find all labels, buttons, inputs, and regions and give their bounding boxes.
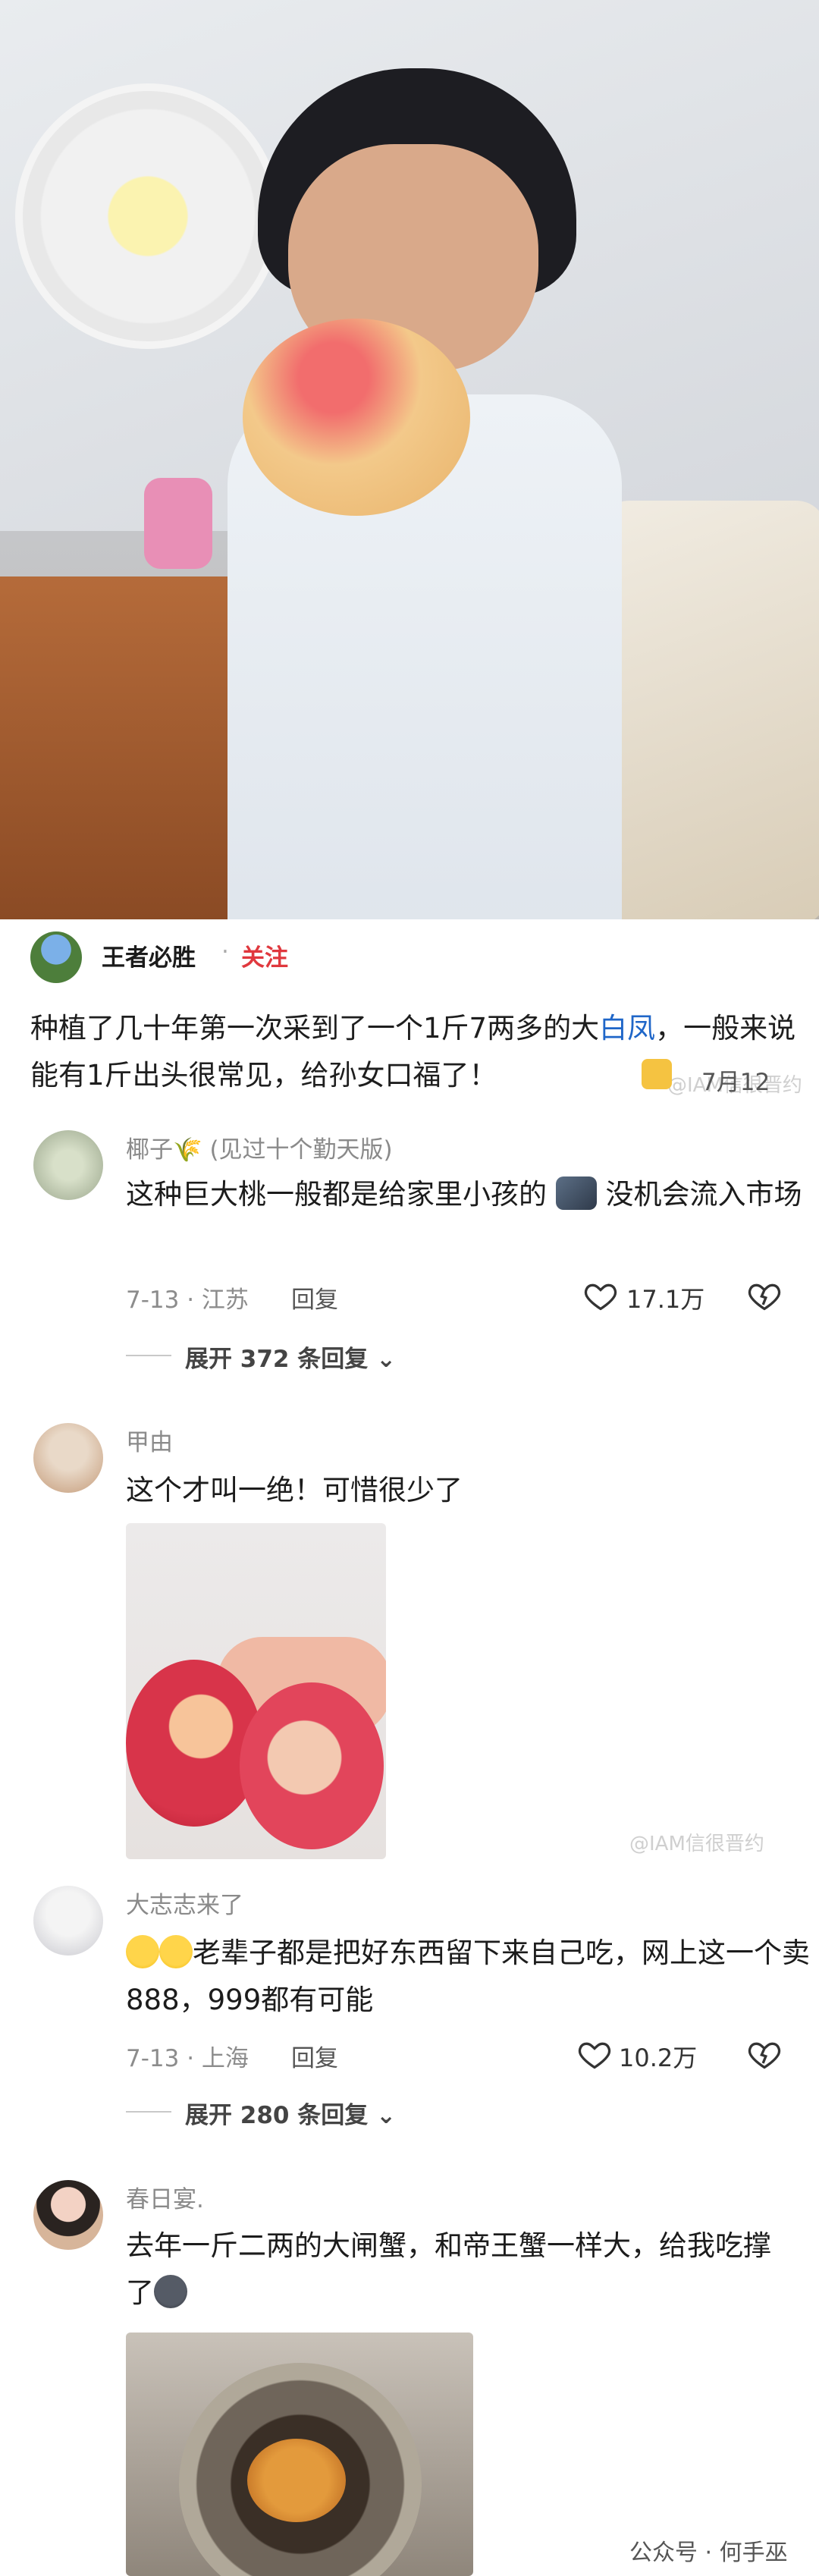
photo-peach-half	[240, 1682, 384, 1849]
follow-button[interactable]: 关注	[241, 938, 288, 972]
expand-divider	[126, 1355, 171, 1356]
photo-pillow	[599, 501, 819, 919]
footer-watermark: 公众号 · 何手巫	[629, 2540, 788, 2566]
post-photo[interactable]	[0, 0, 819, 919]
comment-text: 这种巨大桃一般都是给家里小孩的 没机会流入市场	[126, 1171, 819, 1218]
comment-text: 老辈子都是把好东西留下来自己吃，网上这一个卖888，999都有可能	[126, 1930, 819, 2024]
commenter-avatar[interactable]	[33, 1130, 103, 1200]
author-avatar[interactable]	[30, 931, 82, 983]
photo-crab	[247, 2439, 346, 2522]
comment-text-body: 去年一斤二两的大闸蟹，和帝王蟹一样大，给我吃撑了	[126, 2229, 771, 2309]
post-date: 7月12	[701, 1069, 770, 1096]
photo-girl	[144, 30, 622, 919]
thumbs-up-icon	[642, 1059, 672, 1089]
commenter-name[interactable]: 椰子🌾 (见过十个勤天版)	[126, 1130, 393, 1164]
dislike-icon[interactable]	[748, 2038, 781, 2072]
dislike-icon[interactable]	[748, 1280, 781, 1313]
crying-emoji-icon	[126, 1935, 159, 1968]
commenter-name[interactable]: 大志志来了	[126, 1886, 243, 1920]
expand-divider	[126, 2111, 171, 2113]
commenter-avatar[interactable]	[33, 2180, 103, 2250]
chevron-down-icon: ⌄	[376, 2102, 397, 2129]
comment-photo[interactable]	[126, 2333, 473, 2576]
dark-face-emoji-icon	[154, 2275, 187, 2308]
chevron-down-icon: ⌄	[376, 1346, 397, 1373]
crying-emoji-icon	[159, 1935, 193, 1968]
reply-button[interactable]: 回复	[291, 1280, 338, 1315]
comment-photo[interactable]	[126, 1523, 386, 1859]
comment-watermark: @IAM信很晋约	[629, 1833, 764, 1855]
post-text-part1: 种植了几十年第一次采到了一个1斤7两多的大	[30, 1012, 600, 1045]
expand-replies-button[interactable]: 展开 372 条回复 ⌄	[185, 1340, 396, 1374]
comment-text-part2: 没机会流入市场	[605, 1178, 802, 1211]
dog-emoji-icon	[555, 1176, 597, 1210]
comment-text-part1: 这种巨大桃一般都是给家里小孩的	[126, 1178, 547, 1211]
expand-replies-button[interactable]: 展开 280 条回复 ⌄	[185, 2096, 396, 2130]
reply-button[interactable]: 回复	[291, 2039, 338, 2073]
commenter-avatar[interactable]	[33, 1886, 103, 1956]
comment-meta: 7-13 · 江苏	[126, 1286, 249, 1314]
heart-icon[interactable]	[584, 1280, 617, 1313]
comment-text-body: 老辈子都是把好东西留下来自己吃，网上这一个卖888，999都有可能	[126, 1937, 810, 2016]
comment-text: 去年一斤二两的大闸蟹，和帝王蟹一样大，给我吃撑了	[126, 2223, 793, 2317]
separator-dot: ·	[221, 938, 229, 966]
comment-text: 这个才叫一绝！可惜很少了	[126, 1474, 463, 1506]
expand-replies-label: 展开 372 条回复	[185, 1346, 369, 1373]
photo-peach	[243, 319, 470, 516]
commenter-name[interactable]: 春日宴.	[126, 2180, 204, 2214]
like-count: 10.2万	[619, 2044, 698, 2072]
commenter-name[interactable]: 甲由	[126, 1423, 173, 1457]
author-name[interactable]: 王者必胜	[102, 938, 196, 972]
like-count: 17.1万	[626, 1285, 705, 1314]
comment-meta: 7-13 · 上海	[126, 2045, 249, 2072]
photo-watch	[144, 478, 212, 569]
post-hashtag-link[interactable]: 白凤	[599, 1012, 655, 1045]
expand-replies-label: 展开 280 条回复	[185, 2102, 369, 2129]
commenter-avatar[interactable]	[33, 1423, 103, 1493]
heart-icon[interactable]	[578, 2038, 611, 2072]
